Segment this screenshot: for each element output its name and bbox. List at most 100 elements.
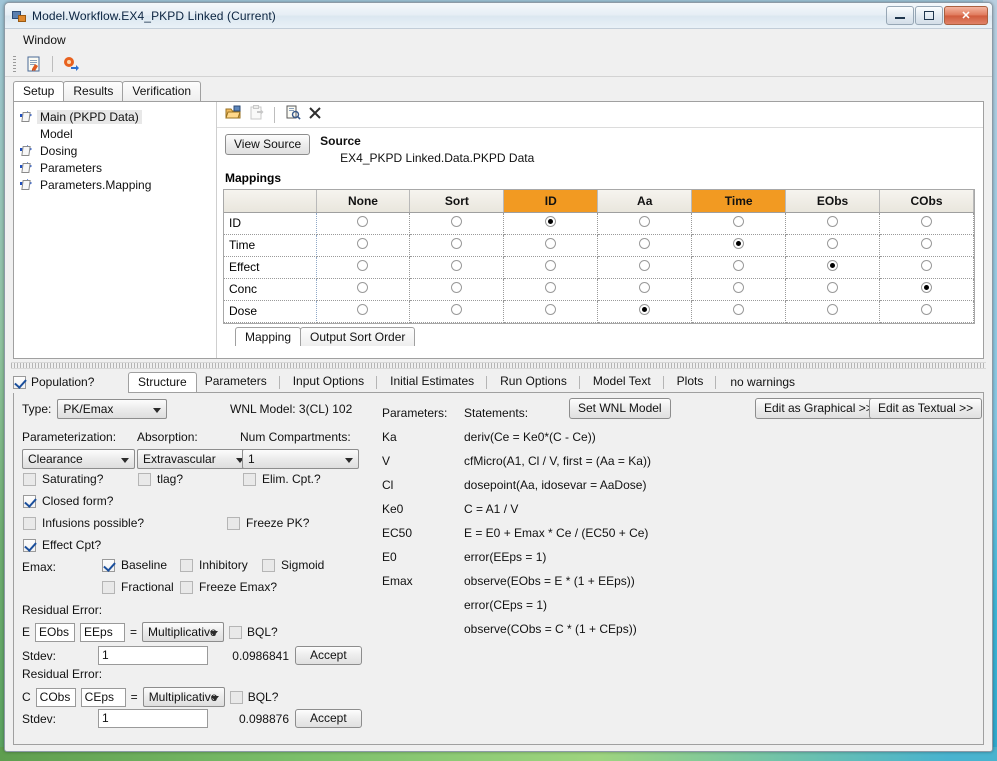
- radio-button[interactable]: [827, 238, 839, 249]
- view-source-button[interactable]: View Source: [225, 134, 311, 155]
- tree-item-dosing[interactable]: Dosing: [17, 142, 213, 159]
- checkbox-box[interactable]: [138, 472, 151, 486]
- tab-results[interactable]: Results: [63, 81, 124, 101]
- radio-button[interactable]: [921, 238, 933, 249]
- run-export-icon[interactable]: [62, 55, 80, 73]
- radio-button[interactable]: [357, 304, 369, 315]
- checkbox-box[interactable]: [180, 558, 193, 572]
- type-dropdown[interactable]: PK/Emax: [57, 399, 168, 419]
- checkbox-box[interactable]: [23, 494, 36, 508]
- checkbox-box[interactable]: [102, 580, 115, 594]
- radio-button[interactable]: [921, 304, 933, 315]
- radio-button[interactable]: [733, 260, 745, 271]
- emax-inhibitory-checkbox[interactable]: Inhibitory: [180, 558, 248, 572]
- tab-output-sort-order[interactable]: Output Sort Order: [300, 326, 416, 346]
- infusions-possible-checkbox[interactable]: Infusions possible?: [23, 516, 144, 530]
- maximize-button[interactable]: [915, 6, 943, 25]
- close-button[interactable]: ✕: [944, 6, 988, 25]
- radio-button[interactable]: [639, 238, 651, 249]
- bql-checkbox-e[interactable]: [229, 625, 243, 639]
- population-checkbox[interactable]: Population?: [13, 375, 128, 389]
- tree-item-model[interactable]: Model: [17, 125, 213, 142]
- radio-cell-none[interactable]: [316, 212, 411, 235]
- radio-cell-none[interactable]: [316, 256, 411, 279]
- radio-button[interactable]: [921, 216, 933, 227]
- mappings-col-time[interactable]: Time: [691, 190, 787, 213]
- radio-button[interactable]: [357, 216, 369, 227]
- radio-cell-id[interactable]: [503, 234, 599, 257]
- emax-freeze-checkbox[interactable]: Freeze Emax?: [180, 580, 277, 594]
- tab-plots[interactable]: Plots: [668, 372, 713, 392]
- error-mode-dropdown-c[interactable]: Multiplicative: [142, 687, 225, 707]
- open-folder-icon[interactable]: [225, 105, 242, 124]
- mappings-col-id[interactable]: ID: [503, 190, 599, 213]
- emax-baseline-checkbox[interactable]: Baseline: [102, 558, 167, 572]
- radio-cell-aa[interactable]: [597, 212, 693, 235]
- checkbox-box[interactable]: [23, 472, 36, 486]
- radio-cell-cobs[interactable]: [879, 300, 974, 323]
- minimize-button[interactable]: [886, 6, 914, 25]
- radio-button[interactable]: [451, 260, 463, 271]
- absorption-dropdown[interactable]: Extravascular: [137, 449, 250, 469]
- tab-structure[interactable]: Structure: [128, 371, 197, 392]
- elim-cpt-checkbox[interactable]: Elim. Cpt.?: [243, 472, 321, 486]
- edit-as-graphical-button[interactable]: Edit as Graphical >>: [755, 398, 882, 419]
- stdev-input-c[interactable]: 1: [98, 709, 208, 728]
- eps-field-e[interactable]: EEps: [80, 622, 126, 642]
- mappings-col-eobs[interactable]: EObs: [785, 190, 881, 213]
- parameterization-dropdown[interactable]: Clearance: [22, 449, 135, 469]
- accept-button-e[interactable]: Accept: [295, 646, 362, 665]
- radio-cell-sort[interactable]: [409, 278, 505, 301]
- radio-cell-time[interactable]: [691, 278, 787, 301]
- checkbox-box[interactable]: [243, 472, 256, 486]
- radio-cell-none[interactable]: [316, 300, 411, 323]
- tlag-checkbox[interactable]: tlag?: [138, 472, 183, 486]
- radio-cell-id[interactable]: [503, 300, 599, 323]
- num-compartments-dropdown[interactable]: 1: [242, 449, 359, 469]
- radio-button[interactable]: [733, 216, 745, 227]
- radio-button[interactable]: [451, 238, 463, 249]
- radio-cell-eobs[interactable]: [785, 234, 881, 257]
- checkbox-box[interactable]: [227, 516, 240, 530]
- tab-mapping[interactable]: Mapping: [235, 326, 302, 346]
- toolbar-grip[interactable]: [13, 55, 16, 72]
- tab-setup[interactable]: Setup: [13, 81, 65, 101]
- radio-button[interactable]: [451, 282, 463, 293]
- checkbox-box[interactable]: [23, 538, 36, 552]
- radio-button[interactable]: [733, 304, 745, 315]
- saturating-checkbox[interactable]: Saturating?: [23, 472, 103, 486]
- mappings-col-none[interactable]: None: [316, 190, 411, 213]
- checkbox-box[interactable]: [13, 375, 26, 389]
- radio-cell-id[interactable]: [503, 212, 599, 235]
- properties-icon[interactable]: [285, 105, 301, 124]
- radio-button[interactable]: [545, 238, 557, 249]
- mappings-col-cobs[interactable]: CObs: [879, 190, 974, 213]
- radio-cell-eobs[interactable]: [785, 212, 881, 235]
- radio-cell-none[interactable]: [316, 234, 411, 257]
- radio-button[interactable]: [639, 216, 651, 227]
- radio-cell-eobs[interactable]: [785, 256, 881, 279]
- radio-cell-none[interactable]: [316, 278, 411, 301]
- radio-button-selected[interactable]: [545, 216, 557, 227]
- radio-cell-time[interactable]: [691, 212, 787, 235]
- radio-cell-sort[interactable]: [409, 256, 505, 279]
- paste-icon[interactable]: [249, 105, 264, 124]
- tab-verification[interactable]: Verification: [122, 81, 202, 101]
- stdev-input-e[interactable]: 1: [98, 646, 208, 665]
- error-mode-dropdown-e[interactable]: Multiplicative: [142, 622, 225, 642]
- tab-input-options[interactable]: Input Options: [284, 372, 373, 392]
- accept-button-c[interactable]: Accept: [295, 709, 362, 728]
- effect-cpt-checkbox[interactable]: Effect Cpt?: [23, 538, 101, 552]
- tab-parameters[interactable]: Parameters: [196, 372, 276, 392]
- tab-initial-estimates[interactable]: Initial Estimates: [381, 372, 483, 392]
- radio-button[interactable]: [921, 260, 933, 271]
- radio-cell-eobs[interactable]: [785, 300, 881, 323]
- radio-cell-sort[interactable]: [409, 300, 505, 323]
- radio-button[interactable]: [827, 304, 839, 315]
- radio-button[interactable]: [357, 282, 369, 293]
- radio-cell-sort[interactable]: [409, 212, 505, 235]
- tree-item-parameters[interactable]: Parameters: [17, 159, 213, 176]
- radio-cell-aa[interactable]: [597, 300, 693, 323]
- menu-item-window[interactable]: Window: [17, 31, 72, 49]
- checkbox-box[interactable]: [23, 516, 36, 530]
